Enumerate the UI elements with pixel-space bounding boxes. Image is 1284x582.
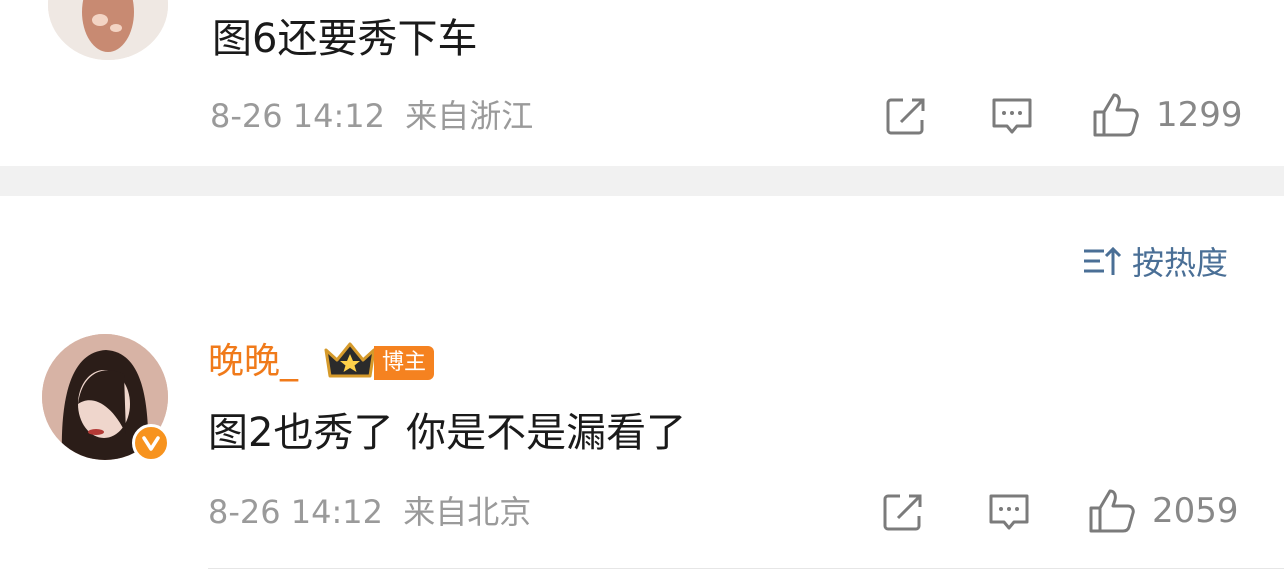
sort-label: 按热度: [1132, 244, 1229, 282]
comment-location: 来自北京: [403, 493, 532, 531]
comment-icon: [992, 98, 1032, 134]
username[interactable]: 晚晚_: [208, 340, 298, 384]
section-divider: [0, 166, 1284, 196]
like-count: 1299: [1156, 95, 1243, 135]
like-button[interactable]: 1299: [1092, 92, 1243, 138]
comment-text: 图6还要秀下车: [212, 16, 478, 62]
share-icon: [886, 98, 925, 135]
comment-button[interactable]: [987, 492, 1031, 538]
like-icon: [1093, 93, 1139, 137]
divider: [208, 568, 1284, 569]
avatar[interactable]: [48, 0, 168, 60]
sort-toggle[interactable]: 按热度: [1082, 240, 1228, 282]
share-button[interactable]: [882, 492, 926, 536]
comment-button[interactable]: [990, 96, 1034, 142]
comment-meta: 8-26 14:12 来自北京: [208, 492, 531, 532]
like-icon: [1089, 489, 1135, 533]
verified-badge: [132, 424, 170, 462]
comment-text: 图2也秀了 你是不是漏看了: [208, 410, 687, 456]
crown-badge: [322, 340, 378, 386]
avatar-image: [48, 0, 168, 60]
comment-time: 8-26 14:12: [210, 97, 386, 135]
like-count: 2059: [1152, 491, 1239, 531]
comment-icon: [989, 494, 1029, 530]
share-icon: [883, 494, 922, 531]
comment-time: 8-26 14:12: [208, 493, 384, 531]
like-button[interactable]: 2059: [1088, 488, 1239, 534]
crown-icon: [324, 342, 376, 378]
blogger-badge: 博主: [374, 346, 435, 380]
share-button[interactable]: [885, 96, 929, 140]
sort-icon: [1084, 246, 1122, 275]
verified-icon: [142, 436, 160, 451]
comment-location: 来自浙江: [405, 97, 534, 135]
comment-meta: 8-26 14:12 来自浙江: [210, 96, 533, 136]
